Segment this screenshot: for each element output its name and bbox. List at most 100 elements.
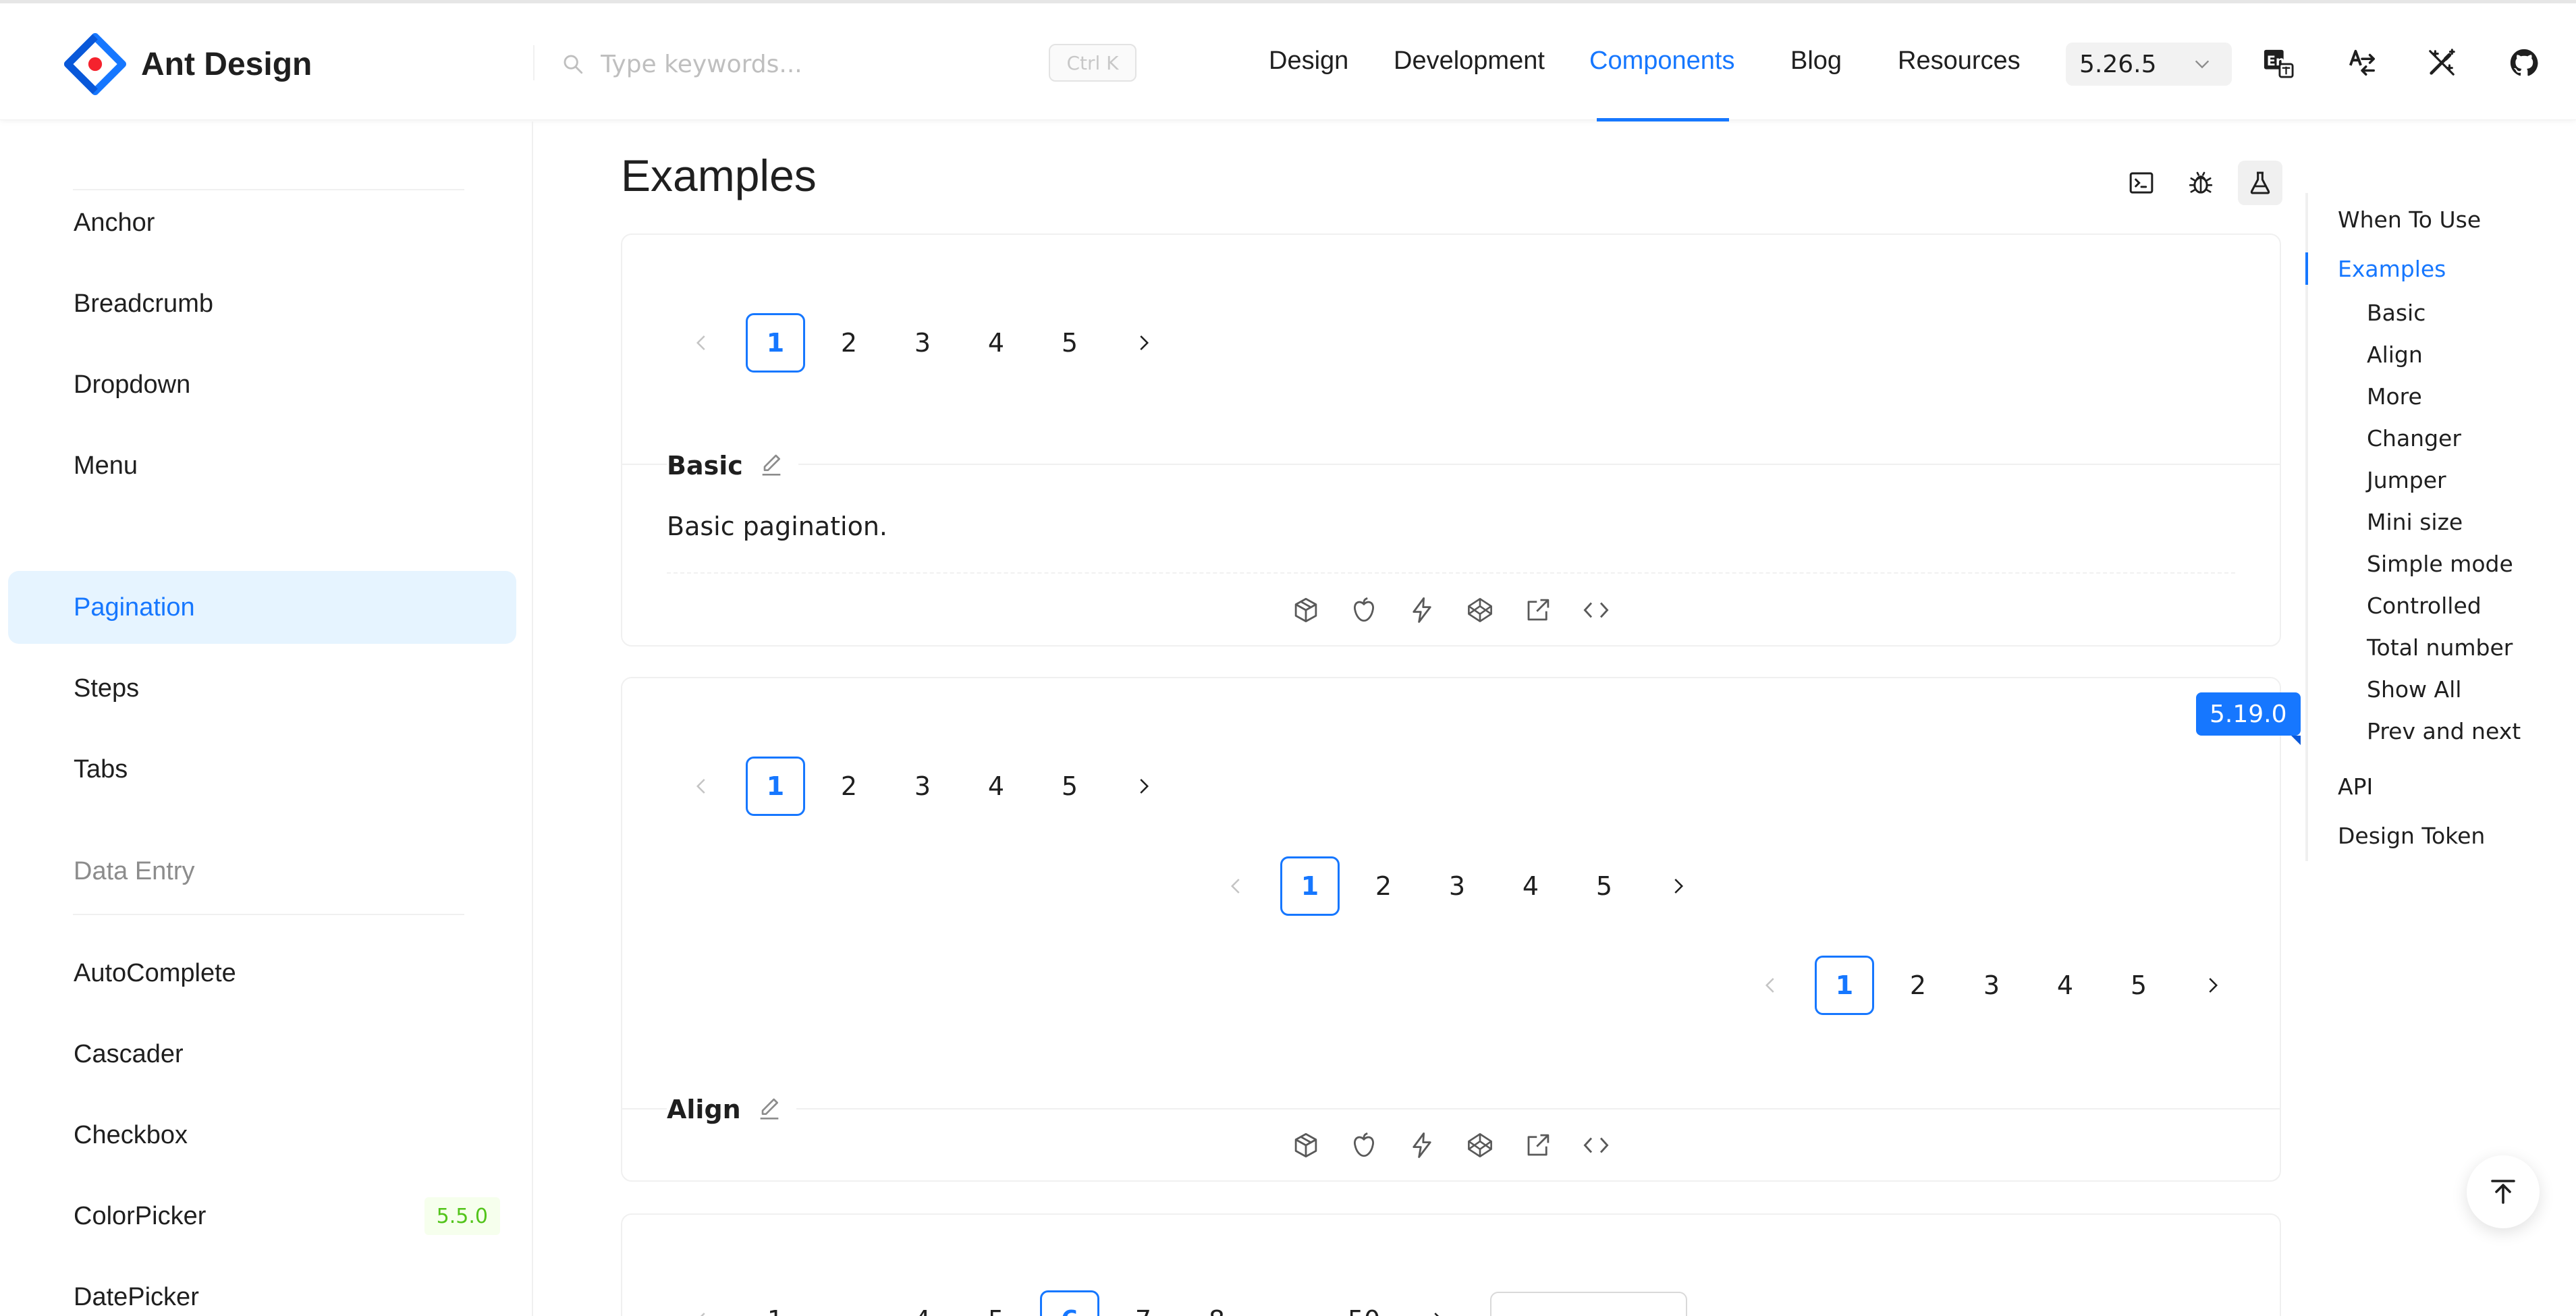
page-item[interactable]: 3: [893, 313, 952, 373]
page-item[interactable]: 6: [1040, 1290, 1099, 1316]
page-item[interactable]: 4: [1501, 856, 1560, 916]
language-switch[interactable]: En: [2262, 47, 2295, 79]
search-box[interactable]: Ctrl K: [561, 44, 1136, 84]
next-page-button[interactable]: [1114, 757, 1173, 816]
edit-icon[interactable]: [756, 1096, 783, 1123]
version-select[interactable]: 5.26.5: [2066, 43, 2232, 86]
nav-design[interactable]: Design: [1269, 47, 1348, 76]
sidebar-item-label: Steps: [74, 674, 140, 703]
sidebar-item-steps[interactable]: Steps: [8, 652, 516, 725]
toc-design-token[interactable]: Design Token: [2338, 823, 2485, 849]
stackblitz-button[interactable]: [1407, 595, 1437, 625]
toc-align[interactable]: Align: [2367, 341, 2423, 368]
page-item[interactable]: 5: [2109, 956, 2168, 1015]
jump-prev-ellipsis[interactable]: [819, 1290, 879, 1316]
show-code-button[interactable]: [1581, 1130, 1611, 1160]
toc-api[interactable]: API: [2338, 773, 2373, 800]
toc-controlled[interactable]: Controlled: [2367, 593, 2482, 619]
sidebar-item-dropdown[interactable]: Dropdown: [8, 348, 516, 421]
nav-components[interactable]: Components: [1589, 47, 1734, 76]
page-item[interactable]: 5: [1574, 856, 1634, 916]
page-item[interactable]: 2: [1354, 856, 1413, 916]
toc-changer[interactable]: Changer: [2367, 425, 2461, 451]
toc-prev-and-next[interactable]: Prev and next: [2367, 718, 2521, 744]
nav-blog[interactable]: Blog: [1790, 47, 1842, 76]
codepen-alt-button[interactable]: [1349, 595, 1379, 625]
next-page-button[interactable]: [1648, 856, 1707, 916]
github-link[interactable]: [2508, 47, 2540, 79]
page-item[interactable]: 2: [819, 313, 879, 373]
toc-more[interactable]: More: [2367, 383, 2422, 410]
show-code-button[interactable]: [1581, 595, 1611, 625]
sidebar-item-autocomplete[interactable]: AutoComplete: [8, 937, 516, 1010]
back-to-top-button[interactable]: [2467, 1155, 2540, 1228]
page-item[interactable]: 1: [1280, 856, 1340, 916]
toc-mini-size[interactable]: Mini size: [2367, 509, 2463, 535]
jump-next-ellipsis[interactable]: [1261, 1290, 1320, 1316]
page-item[interactable]: 2: [819, 757, 879, 816]
page-item[interactable]: 1: [1815, 956, 1874, 1015]
sidebar-item-breadcrumb[interactable]: Breadcrumb: [8, 267, 516, 340]
debug-button[interactable]: [2178, 161, 2223, 205]
toc-simple-mode[interactable]: Simple mode: [2367, 551, 2513, 577]
page-item[interactable]: 1: [746, 313, 805, 373]
page-size-select[interactable]: [1490, 1292, 1687, 1316]
sidebar-item-pagination[interactable]: Pagination: [8, 571, 516, 644]
theme-switch[interactable]: [2426, 47, 2458, 79]
page-item[interactable]: 5: [1040, 757, 1099, 816]
sidebar-item-menu[interactable]: Menu: [8, 429, 516, 502]
stackblitz-button[interactable]: [1407, 1130, 1437, 1160]
prev-page-button[interactable]: [1207, 856, 1266, 916]
sidebar-item-colorpicker[interactable]: ColorPicker 5.5.0: [8, 1180, 516, 1253]
nav-development[interactable]: Development: [1394, 47, 1545, 76]
prev-page-button[interactable]: [672, 757, 732, 816]
page-item[interactable]: 3: [1427, 856, 1487, 916]
next-page-button[interactable]: [1114, 313, 1173, 373]
prev-page-button[interactable]: [672, 1290, 732, 1316]
codepen-alt-button[interactable]: [1349, 1130, 1379, 1160]
next-page-button[interactable]: [2183, 956, 2242, 1015]
page-item[interactable]: 5: [1040, 313, 1099, 373]
sidebar-item-anchor[interactable]: Anchor: [8, 186, 516, 259]
page-item[interactable]: 3: [893, 757, 952, 816]
toc-total-number[interactable]: Total number: [2367, 634, 2513, 661]
page-item[interactable]: 1: [746, 757, 805, 816]
prev-page-button[interactable]: [1741, 956, 1801, 1015]
next-page-button[interactable]: [1408, 1290, 1467, 1316]
brand-logo[interactable]: Ant Design: [64, 33, 312, 95]
toc-show-all[interactable]: Show All: [2367, 676, 2461, 703]
codepen-button[interactable]: [1465, 1130, 1495, 1160]
experimental-button[interactable]: [2238, 161, 2282, 205]
open-in-new-tab-button[interactable]: [1523, 1130, 1553, 1160]
toc-active-indicator: [2305, 252, 2308, 285]
toc-examples[interactable]: Examples: [2338, 256, 2446, 282]
toc-basic[interactable]: Basic: [2367, 300, 2426, 326]
codesandbox-button[interactable]: [1291, 595, 1321, 625]
page-item[interactable]: 4: [2035, 956, 2095, 1015]
terminal-button[interactable]: [2119, 161, 2164, 205]
page-item[interactable]: 4: [893, 1290, 952, 1316]
page-item[interactable]: 4: [966, 313, 1026, 373]
page-item[interactable]: 8: [1187, 1290, 1246, 1316]
open-in-new-tab-button[interactable]: [1523, 595, 1553, 625]
prev-page-button[interactable]: [672, 313, 732, 373]
codesandbox-button[interactable]: [1291, 1130, 1321, 1160]
page-item[interactable]: 5: [966, 1290, 1026, 1316]
nav-resources[interactable]: Resources: [1898, 47, 2021, 76]
sidebar-item-checkbox[interactable]: Checkbox: [8, 1099, 516, 1172]
page-item[interactable]: 7: [1114, 1290, 1173, 1316]
page-item[interactable]: 2: [1888, 956, 1948, 1015]
sidebar-item-cascader[interactable]: Cascader: [8, 1018, 516, 1091]
page-item[interactable]: 4: [966, 757, 1026, 816]
edit-icon[interactable]: [758, 452, 785, 479]
direction-switch[interactable]: [2346, 47, 2378, 79]
toc-when-to-use[interactable]: When To Use: [2338, 207, 2481, 233]
sidebar-item-datepicker[interactable]: DatePicker: [8, 1261, 516, 1316]
sidebar-item-tabs[interactable]: Tabs: [8, 733, 516, 806]
toc-jumper[interactable]: Jumper: [2367, 467, 2446, 493]
page-item[interactable]: 50: [1334, 1290, 1394, 1316]
codepen-button[interactable]: [1465, 595, 1495, 625]
page-item[interactable]: 1: [746, 1290, 805, 1316]
page-item[interactable]: 3: [1962, 956, 2021, 1015]
search-input[interactable]: [601, 50, 1033, 78]
